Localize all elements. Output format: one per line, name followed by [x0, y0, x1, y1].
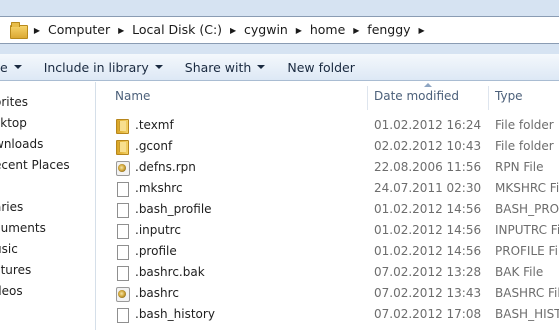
- file-date: 01.02.2012 14:56: [374, 244, 482, 258]
- share-with-button[interactable]: Share with: [174, 54, 277, 80]
- file-type: PROFILE File: [495, 244, 559, 258]
- file-name: .bash_profile: [135, 202, 212, 216]
- navigation-pane: orites sktop wnloads ecent Places aries …: [0, 82, 96, 330]
- file-icon: [115, 265, 129, 281]
- file-date: 07.02.2012 13:43: [374, 286, 482, 300]
- caret-down-icon: [257, 65, 266, 69]
- triangle-right-icon[interactable]: ▶: [114, 17, 128, 43]
- file-name: .texmf: [135, 118, 174, 132]
- breadcrumb-computer[interactable]: Computer: [44, 16, 114, 44]
- caret-down-icon: [154, 65, 163, 69]
- file-row[interactable]: .mkshrc 24.07.2011 02:30 MKSHRC File: [97, 178, 559, 199]
- file-name: .profile: [135, 244, 177, 258]
- file-icon: [115, 307, 129, 323]
- file-type: RPN File: [495, 160, 544, 174]
- file-date: 24.07.2011 02:30: [374, 181, 482, 195]
- column-divider[interactable]: [367, 86, 368, 110]
- file-type: BASHRC File: [495, 286, 559, 300]
- nav-item-pictures[interactable]: ctures: [0, 260, 31, 280]
- nav-item-recent-places[interactable]: ecent Places: [0, 155, 70, 175]
- file-row[interactable]: .bash_profile 01.02.2012 14:56 BASH_PROF…: [97, 199, 559, 220]
- file-row[interactable]: .bash_history 07.02.2012 17:08 BASH_HIST…: [97, 304, 559, 325]
- address-bar[interactable]: ▶ Computer ▶ Local Disk (C:) ▶ cygwin ▶ …: [0, 16, 559, 44]
- folder-icon: [115, 139, 129, 155]
- triangle-right-icon[interactable]: ▶: [415, 17, 429, 43]
- breadcrumb-cygwin[interactable]: cygwin: [240, 16, 292, 44]
- file-row[interactable]: .texmf 01.02.2012 16:24 File folder: [97, 115, 559, 136]
- triangle-right-icon[interactable]: ▶: [349, 17, 363, 43]
- column-header-type[interactable]: Type: [495, 82, 523, 112]
- file-type: File folder: [495, 118, 554, 132]
- triangle-right-icon[interactable]: ▶: [292, 17, 306, 43]
- new-folder-button[interactable]: New folder: [276, 54, 366, 80]
- file-type: File folder: [495, 139, 554, 153]
- organize-button[interactable]: e: [0, 54, 33, 80]
- breadcrumb-home[interactable]: home: [306, 16, 349, 44]
- nav-item-documents[interactable]: cuments: [0, 218, 46, 238]
- file-name: .gconf: [135, 139, 173, 153]
- file-type: BASH_HISTORY: [495, 307, 559, 321]
- column-divider[interactable]: [488, 86, 489, 110]
- column-header-name[interactable]: Name: [115, 82, 150, 112]
- organize-label: e: [0, 59, 8, 75]
- app-file-icon: [115, 286, 130, 302]
- file-date: 22.08.2006 11:56: [374, 160, 482, 174]
- file-date: 07.02.2012 13:28: [374, 265, 482, 279]
- include-in-library-button[interactable]: Include in library: [33, 54, 174, 80]
- folder-icon: [115, 118, 129, 134]
- caret-down-icon: [13, 65, 22, 69]
- triangle-right-icon[interactable]: ▶: [30, 17, 44, 43]
- file-row[interactable]: .defns.rpn 22.08.2006 11:56 RPN File: [97, 157, 559, 178]
- triangle-right-icon[interactable]: ▶: [226, 17, 240, 43]
- breadcrumb-local-disk[interactable]: Local Disk (C:): [128, 16, 226, 44]
- file-row[interactable]: .gconf 02.02.2012 10:43 File folder: [97, 136, 559, 157]
- file-icon: [115, 181, 129, 197]
- nav-item-desktop[interactable]: sktop: [0, 113, 27, 133]
- file-date: 02.02.2012 10:43: [374, 139, 482, 153]
- file-name: .inputrc: [135, 223, 181, 237]
- file-name: .mkshrc: [135, 181, 183, 195]
- file-row[interactable]: .inputrc 01.02.2012 14:56 INPUTRC File: [97, 220, 559, 241]
- new-folder-label: New folder: [287, 59, 355, 75]
- file-date: 07.02.2012 17:08: [374, 307, 482, 321]
- nav-item-music[interactable]: usic: [0, 239, 18, 259]
- file-icon: [115, 244, 129, 260]
- include-in-library-label: Include in library: [43, 59, 149, 75]
- file-type: INPUTRC File: [495, 223, 559, 237]
- file-date: 01.02.2012 16:24: [374, 118, 482, 132]
- file-name: .defns.rpn: [135, 160, 196, 174]
- command-bar: e Include in library Share with New fold…: [0, 54, 559, 81]
- file-type: MKSHRC File: [495, 181, 559, 195]
- file-type: BAK File: [495, 265, 544, 279]
- app-file-icon: [115, 160, 130, 176]
- share-with-label: Share with: [184, 59, 252, 75]
- nav-item-favorites[interactable]: orites: [0, 92, 28, 112]
- file-name: .bashrc.bak: [135, 265, 205, 279]
- breadcrumb-fenggy[interactable]: fenggy: [363, 16, 414, 44]
- address-area: ▶ Computer ▶ Local Disk (C:) ▶ cygwin ▶ …: [0, 0, 559, 54]
- file-icon: [115, 223, 129, 239]
- file-name: .bash_history: [135, 307, 215, 321]
- nav-item-libraries[interactable]: aries: [0, 197, 23, 217]
- file-type: BASH_PROFILE: [495, 202, 559, 216]
- nav-item-videos[interactable]: deos: [0, 281, 23, 301]
- file-list: Name Date modified Type .texmf 01.02.201…: [97, 82, 559, 330]
- file-row[interactable]: .profile 01.02.2012 14:56 PROFILE File: [97, 241, 559, 262]
- column-header-date-modified[interactable]: Date modified: [374, 82, 459, 112]
- nav-item-downloads[interactable]: wnloads: [0, 134, 43, 154]
- file-date: 01.02.2012 14:56: [374, 202, 482, 216]
- file-row[interactable]: .bashrc 07.02.2012 13:43 BASHRC File: [97, 283, 559, 304]
- file-name: .bashrc: [135, 286, 179, 300]
- file-icon: [115, 202, 129, 218]
- folder-icon: [10, 22, 30, 39]
- file-row[interactable]: .bashrc.bak 07.02.2012 13:28 BAK File: [97, 262, 559, 283]
- file-date: 01.02.2012 14:56: [374, 223, 482, 237]
- column-header-row: Name Date modified Type: [97, 82, 559, 112]
